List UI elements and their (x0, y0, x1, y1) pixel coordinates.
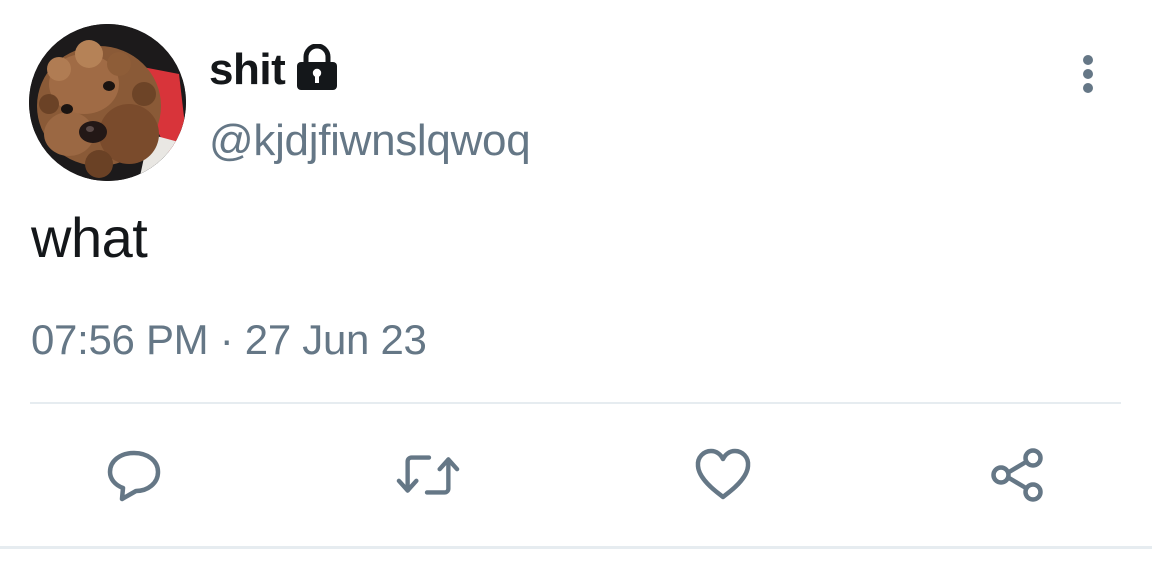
share-icon (991, 448, 1043, 502)
heart-icon (695, 448, 751, 500)
display-name-row: shit (209, 42, 339, 98)
share-button[interactable] (985, 443, 1049, 507)
lock-icon (295, 43, 339, 92)
tweet-text: what (31, 206, 148, 269)
bottom-divider (0, 546, 1152, 549)
avatar[interactable] (29, 24, 186, 181)
like-button[interactable] (691, 443, 755, 507)
user-handle[interactable]: @kjdjfiwnslqwoq (209, 116, 531, 166)
reply-icon (107, 450, 161, 502)
retweet-icon (396, 455, 460, 495)
tweet-card: shit @kjdjfiwnslqwoq what 07:56 PM · 27 … (0, 0, 1152, 567)
divider (30, 402, 1121, 404)
display-name[interactable]: shit (209, 45, 286, 95)
avatar-image (29, 24, 186, 181)
more-vertical-icon (1083, 55, 1093, 93)
retweet-button[interactable] (396, 443, 460, 507)
more-options-button[interactable] (1064, 50, 1112, 98)
reply-button[interactable] (102, 443, 166, 507)
tweet-timestamp: 07:56 PM · 27 Jun 23 (31, 316, 427, 363)
